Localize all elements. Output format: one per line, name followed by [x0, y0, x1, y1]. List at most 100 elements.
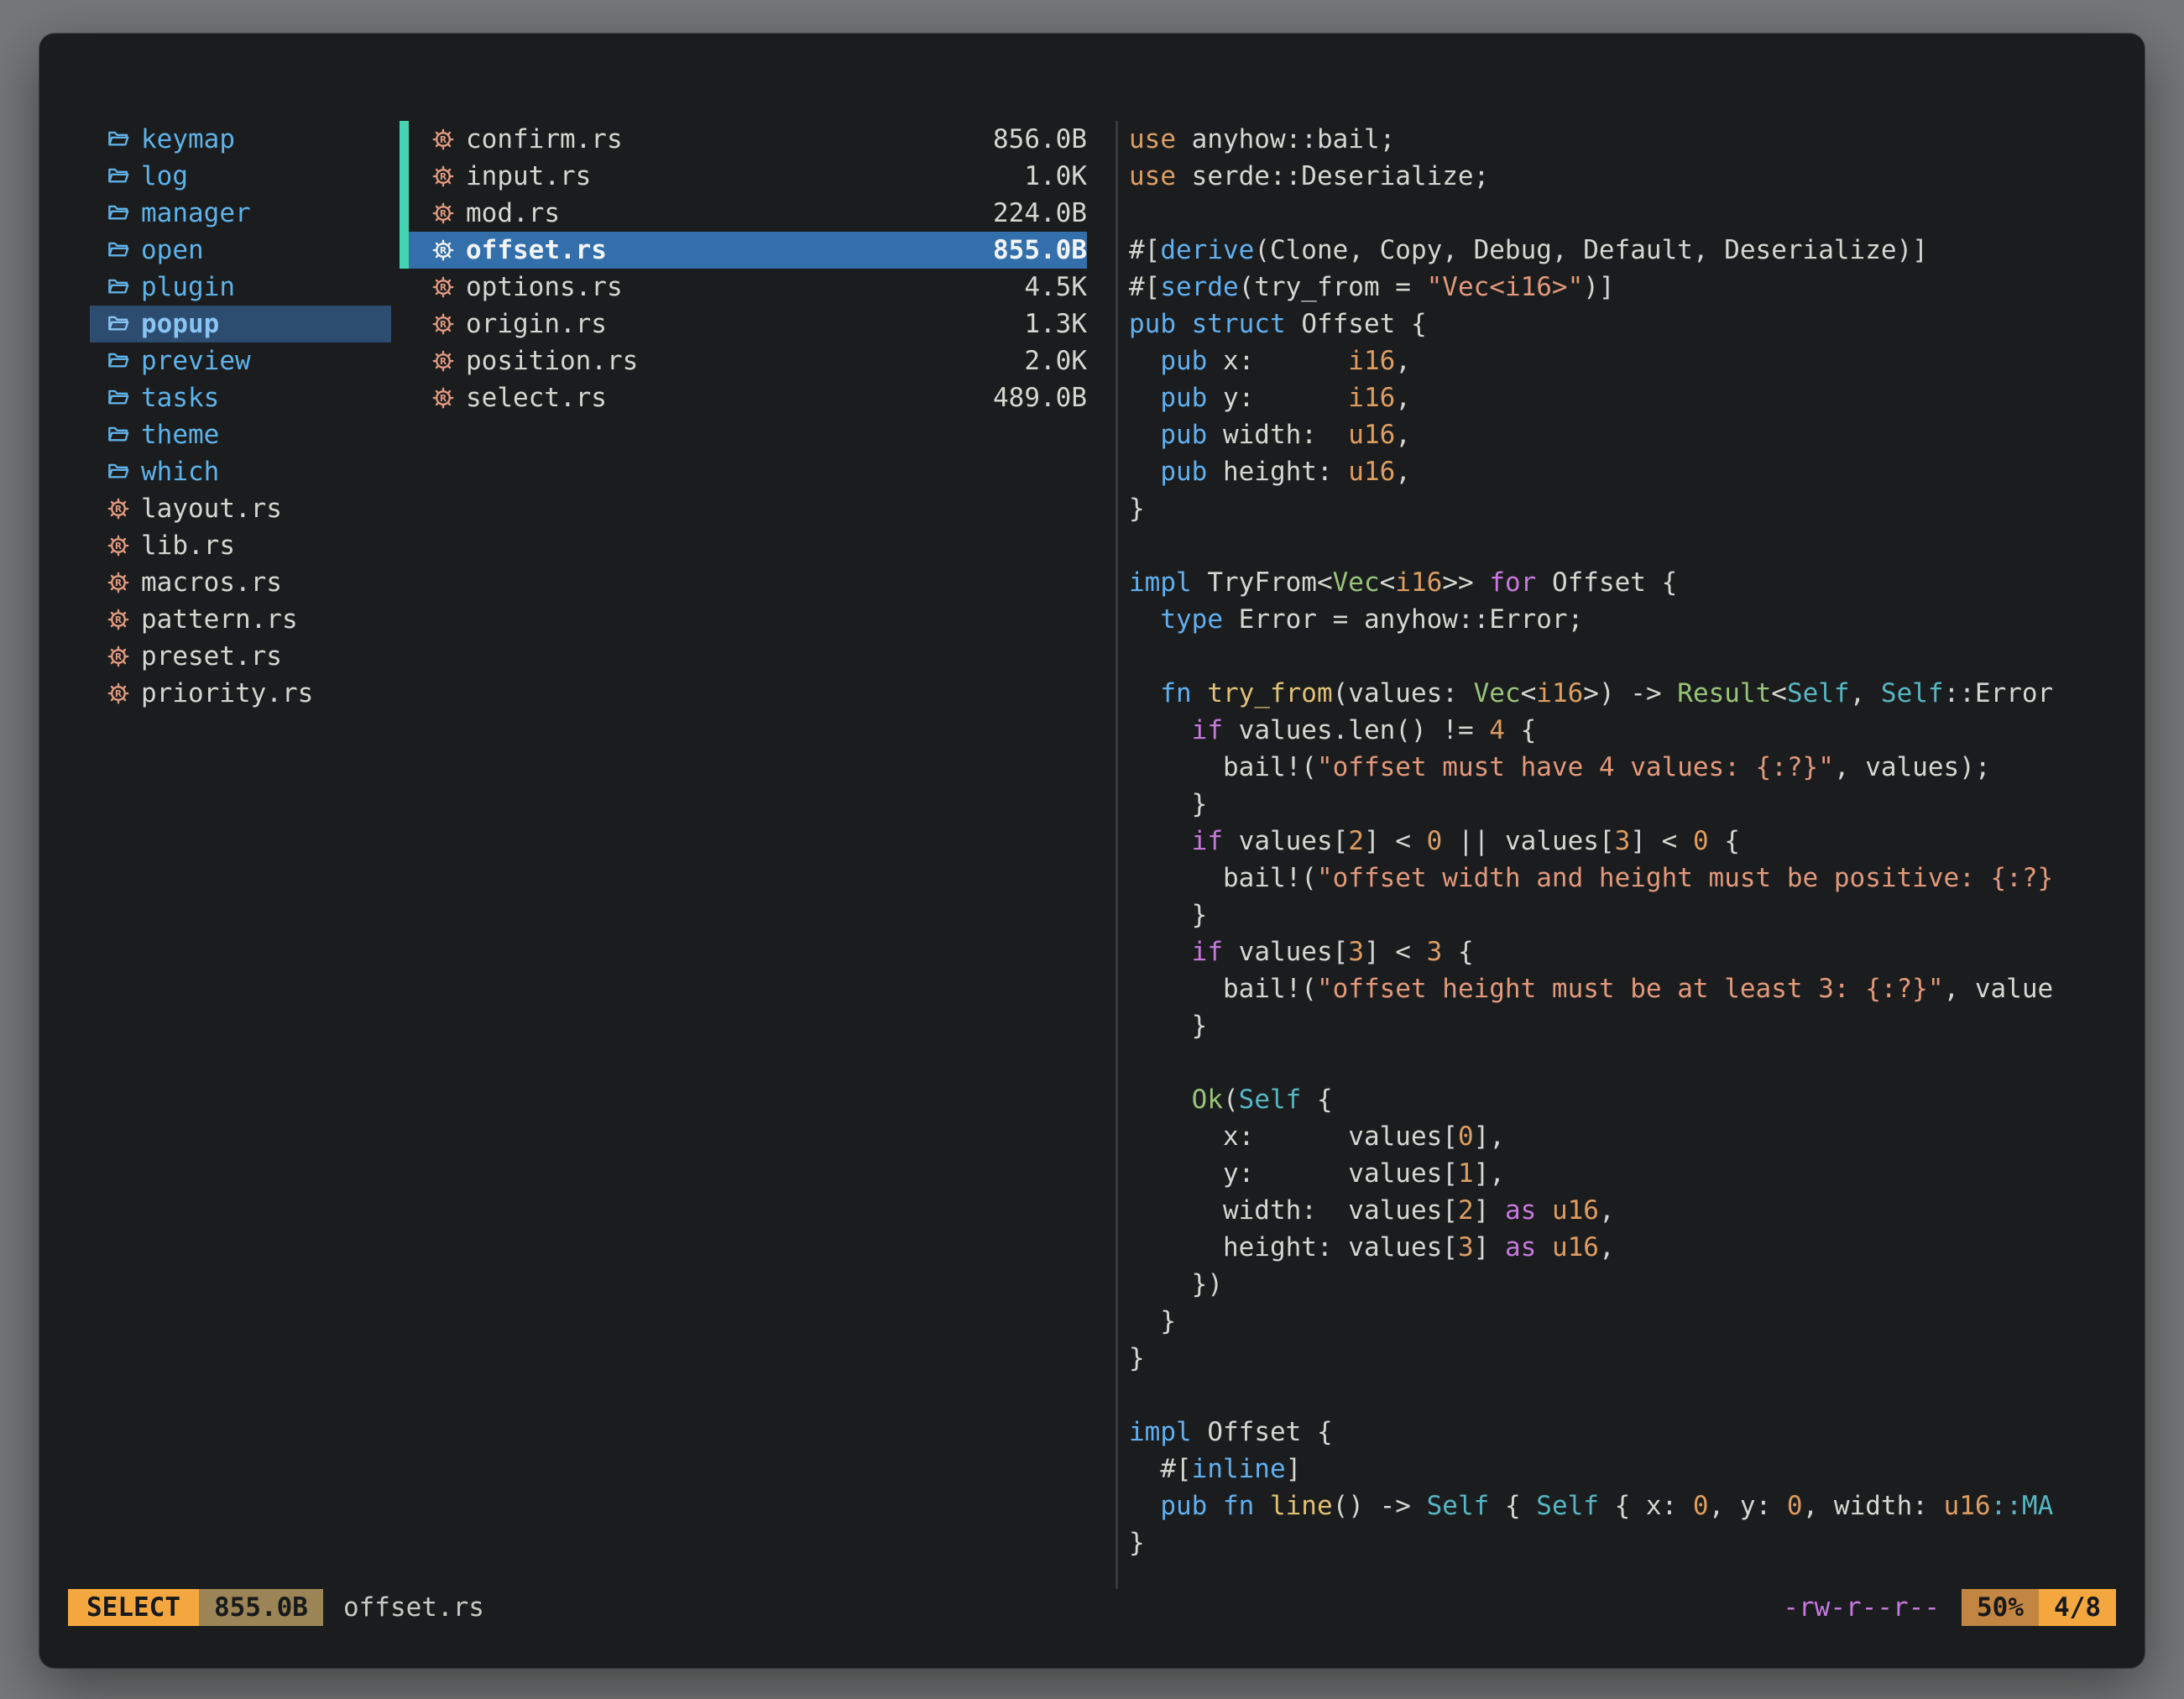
- file-size: 1.0K: [1024, 158, 1087, 195]
- code-line: if values[2] < 0 || values[3] < 0 {: [1129, 823, 2145, 860]
- file-size-badge: 855.0B: [199, 1589, 323, 1626]
- file-size: 856.0B: [993, 121, 1087, 158]
- rust-file-icon: R: [106, 533, 131, 558]
- code-line: pub y: i16,: [1129, 379, 2145, 416]
- folder-open-icon: [106, 311, 131, 337]
- parent-item-open[interactable]: open: [90, 232, 391, 269]
- svg-text:R: R: [440, 282, 447, 293]
- file-name: mod.rs: [466, 195, 560, 232]
- rust-file-icon: R: [106, 681, 131, 706]
- preview-pane: use anyhow::bail;use serde::Deserialize;…: [1116, 121, 2145, 1589]
- code-line: pub height: u16,: [1129, 453, 2145, 490]
- file-name: tasks: [141, 379, 219, 416]
- parent-item-preset.rs[interactable]: R preset.rs: [90, 638, 391, 675]
- parent-item-popup[interactable]: popup: [90, 306, 391, 342]
- parent-pane: keymap log manager open plugin popup pre…: [39, 121, 400, 1589]
- rust-file-icon: R: [431, 348, 456, 374]
- code-line: use anyhow::bail;: [1129, 121, 2145, 158]
- parent-item-tasks[interactable]: tasks: [90, 379, 391, 416]
- code-line: #[derive(Clone, Copy, Debug, Default, De…: [1129, 232, 2145, 269]
- code-line: #[inline]: [1129, 1451, 2145, 1487]
- parent-item-lib.rs[interactable]: R lib.rs: [90, 527, 391, 564]
- code-line: pub x: i16,: [1129, 342, 2145, 379]
- parent-item-macros.rs[interactable]: R macros.rs: [90, 564, 391, 601]
- code-line: fn try_from(values: Vec<i16>) -> Result<…: [1129, 675, 2145, 712]
- folder-open-icon: [106, 385, 131, 410]
- code-line: y: values[1],: [1129, 1155, 2145, 1192]
- file-size: 855.0B: [993, 232, 1087, 269]
- code-line: impl Offset {: [1129, 1414, 2145, 1451]
- code-line: bail!("offset must have 4 values: {:?}",…: [1129, 749, 2145, 786]
- file-item-mod.rs[interactable]: R mod.rs 224.0B: [409, 195, 1087, 232]
- file-item-options.rs[interactable]: R options.rs 4.5K: [409, 269, 1087, 306]
- folder-open-icon: [106, 274, 131, 300]
- parent-item-log[interactable]: log: [90, 158, 391, 195]
- code-line: [1129, 1044, 2145, 1081]
- svg-text:R: R: [440, 134, 447, 145]
- file-name: keymap: [141, 121, 235, 158]
- parent-item-layout.rs[interactable]: R layout.rs: [90, 490, 391, 527]
- folder-open-icon: [106, 459, 131, 484]
- file-item-origin.rs[interactable]: R origin.rs1.3K: [409, 306, 1087, 342]
- code-line: }: [1129, 1524, 2145, 1561]
- code-line: pub width: u16,: [1129, 416, 2145, 453]
- file-size: 4.5K: [1024, 269, 1087, 306]
- code-line: bail!("offset width and height must be p…: [1129, 860, 2145, 897]
- cursor-position-badge: 4/8: [2039, 1589, 2116, 1626]
- file-item-confirm.rs[interactable]: R confirm.rs 856.0B: [409, 121, 1087, 158]
- file-item-select.rs[interactable]: R select.rs 489.0B: [409, 379, 1087, 416]
- file-name: options.rs: [466, 269, 623, 306]
- file-size: 224.0B: [993, 195, 1087, 232]
- file-name: macros.rs: [141, 564, 282, 601]
- file-name: preset.rs: [141, 638, 282, 675]
- file-item-position.rs[interactable]: R position.rs2.0K: [409, 342, 1087, 379]
- file-item-input.rs[interactable]: R input.rs1.0K: [409, 158, 1087, 195]
- status-bar: SELECT 855.0B offset.rs -rw-r--r-- 50% 4…: [68, 1589, 2116, 1626]
- file-name: open: [141, 232, 204, 269]
- preview-code: use anyhow::bail;use serde::Deserialize;…: [1129, 121, 2145, 1561]
- file-size: 489.0B: [993, 379, 1087, 416]
- file-name: plugin: [141, 269, 235, 306]
- code-line: }: [1129, 1303, 2145, 1340]
- file-name: which: [141, 453, 219, 490]
- file-name: priority.rs: [141, 675, 313, 712]
- rust-file-icon: R: [431, 164, 456, 189]
- code-line: if values[3] < 3 {: [1129, 933, 2145, 970]
- parent-item-theme[interactable]: theme: [90, 416, 391, 453]
- rust-file-icon: R: [106, 644, 131, 669]
- code-line: [1129, 527, 2145, 564]
- parent-item-manager[interactable]: manager: [90, 195, 391, 232]
- file-name: select.rs: [466, 379, 607, 416]
- file-manager-panes: keymap log manager open plugin popup pre…: [39, 121, 2145, 1589]
- rust-file-icon: R: [431, 238, 456, 263]
- code-line: pub fn line() -> Self { Self { x: 0, y: …: [1129, 1487, 2145, 1524]
- svg-text:R: R: [440, 208, 447, 219]
- file-name: position.rs: [466, 342, 638, 379]
- code-line: }: [1129, 1007, 2145, 1044]
- parent-item-which[interactable]: which: [90, 453, 391, 490]
- parent-item-plugin[interactable]: plugin: [90, 269, 391, 306]
- file-name: confirm.rs: [466, 121, 623, 158]
- rust-file-icon: R: [106, 570, 131, 595]
- code-line: use serde::Deserialize;: [1129, 158, 2145, 195]
- code-line: [1129, 638, 2145, 675]
- parent-item-priority.rs[interactable]: R priority.rs: [90, 675, 391, 712]
- parent-item-keymap[interactable]: keymap: [90, 121, 391, 158]
- rust-file-icon: R: [431, 127, 456, 152]
- svg-text:R: R: [440, 356, 447, 367]
- yazi-window: keymap log manager open plugin popup pre…: [39, 34, 2145, 1668]
- parent-item-preview[interactable]: preview: [90, 342, 391, 379]
- parent-item-pattern.rs[interactable]: R pattern.rs: [90, 601, 391, 638]
- file-name: offset.rs: [466, 232, 607, 269]
- folder-open-icon: [106, 164, 131, 189]
- svg-text:R: R: [115, 578, 122, 588]
- svg-text:R: R: [440, 393, 447, 404]
- svg-text:R: R: [115, 688, 122, 699]
- svg-text:R: R: [115, 504, 122, 515]
- file-item-offset.rs[interactable]: R offset.rs 855.0B: [409, 232, 1087, 269]
- folder-open-icon: [106, 422, 131, 447]
- folder-open-icon: [106, 348, 131, 374]
- mode-badge: SELECT: [68, 1589, 199, 1626]
- rust-file-icon: R: [106, 496, 131, 521]
- code-line: type Error = anyhow::Error;: [1129, 601, 2145, 638]
